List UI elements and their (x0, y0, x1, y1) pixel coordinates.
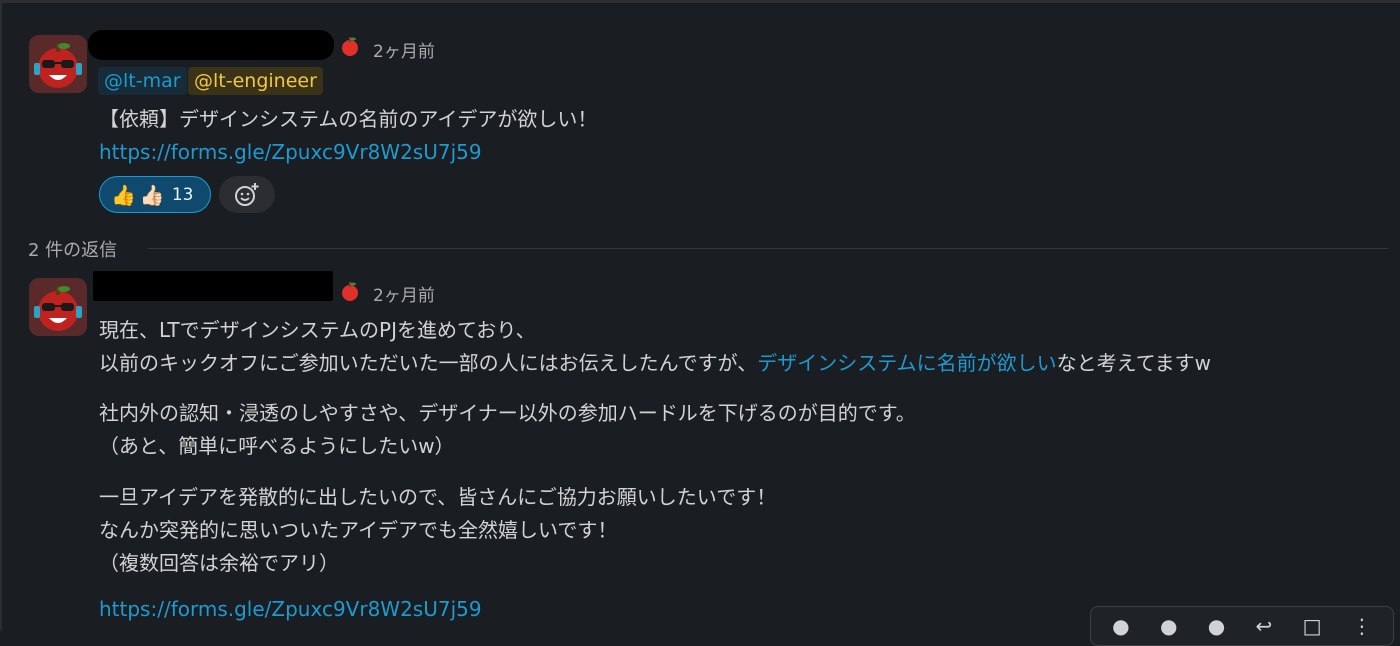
apple-emoji-icon (342, 282, 358, 301)
emoji-react-1-icon[interactable]: ● (1112, 614, 1129, 638)
reply-p1-line2-post: なと考えてますw (1056, 351, 1211, 375)
message-actions-toolbar: ● ● ● ↩ □ ⋮ (1090, 606, 1394, 646)
reply-p2-line2: （あと、簡単に呼べるようにしたいw） (99, 434, 455, 458)
replies-count-label: 2 件の返信 (28, 240, 118, 261)
more-icon[interactable]: ⋮ (1352, 614, 1372, 638)
mention-lt-mar[interactable]: @lt-mar (98, 67, 187, 95)
thumbs-up-icon: 👍 (111, 182, 136, 207)
thumbs-up-light-icon: 👍🏻 (139, 182, 165, 207)
reply-p1-link-text[interactable]: デザインシステムに名前が欲しい (757, 351, 1056, 375)
bookmark-icon[interactable]: □ (1303, 614, 1322, 638)
left-border (0, 0, 2, 631)
apple-character-icon (29, 278, 87, 336)
reply-user-avatar[interactable] (29, 278, 87, 336)
top-border (0, 0, 1400, 3)
message-timestamp[interactable]: 2ヶ月前 (373, 37, 435, 62)
apple-emoji-icon (342, 37, 358, 56)
reaction-count: 13 (171, 184, 194, 205)
reply-icon[interactable]: ↩ (1256, 614, 1273, 638)
add-reaction-button[interactable] (219, 176, 275, 213)
emoji-react-3-icon[interactable]: ● (1208, 614, 1225, 638)
add-emoji-icon (235, 182, 259, 206)
reply-p1-line1: 現在、LTでデザインシステムのPJを進めており、 (99, 318, 536, 342)
reply-username-redacted (93, 271, 333, 301)
reply-p3-line3: （複数回答は余裕でアリ） (99, 551, 339, 575)
mention-lt-engineer[interactable]: @lt-engineer (188, 67, 323, 95)
thumbs-up-reaction[interactable]: 👍 👍🏻 13 (99, 176, 211, 213)
reply-p3-line1: 一旦アイデアを発散的に出したいので、皆さんにご協力お願いしたいです！ (99, 485, 777, 509)
parent-message-text: 【依頼】デザインシステムの名前のアイデアが欲しい！ (99, 107, 598, 131)
user-avatar[interactable] (29, 35, 87, 93)
reply-timestamp[interactable]: 2ヶ月前 (373, 281, 435, 306)
reply-p1-line2: 以前のキックオフにご参加いただいた一部の人にはお伝えしたんですが、デザインシステ… (99, 347, 1211, 376)
emoji-react-2-icon[interactable]: ● (1160, 614, 1177, 638)
reply-p1-line2-pre: 以前のキックオフにご参加いただいた一部の人にはお伝えしたんですが、 (99, 351, 758, 375)
reply-form-link[interactable]: https://forms.gle/Zpuxc9Vr8W2sU7j59 (99, 597, 482, 621)
reply-p2-line1: 社内外の認知・浸透のしやすさや、デザイナー以外の参加ハードルを下げるのが目的です… (99, 401, 916, 425)
reply-p3-line2: なんか突発的に思いついたアイデアでも全然嬉しいです！ (99, 518, 618, 542)
apple-character-icon (29, 35, 87, 93)
replies-divider (148, 248, 1388, 249)
parent-form-link[interactable]: https://forms.gle/Zpuxc9Vr8W2sU7j59 (99, 140, 482, 164)
username-redacted (88, 30, 334, 60)
